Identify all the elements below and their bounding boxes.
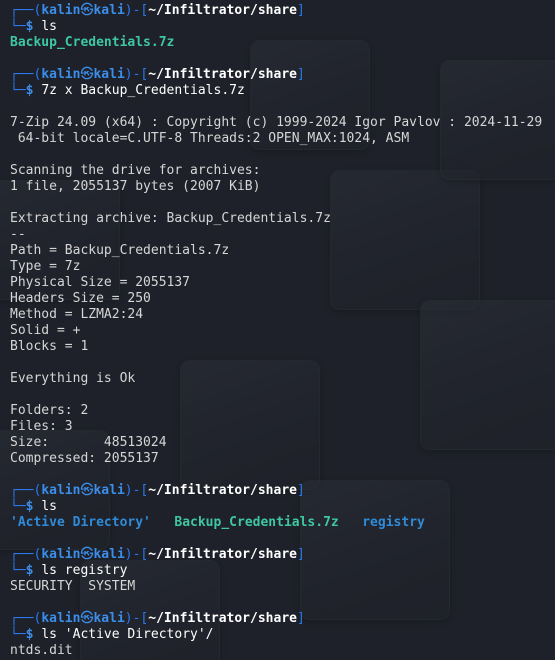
output-line: SECURITY SYSTEM [10,579,136,594]
prompt-user: kalin [41,483,81,498]
prompt-bracket-close: ] [296,67,305,82]
prompt-open: ┌──( [10,3,42,18]
prompt-header: ┌──(kalin㉿kali)-[~/Infiltrator/share] [10,611,555,627]
prompt-corner: └─ [10,19,26,34]
output-line: Physical Size = 2055137 [10,275,191,290]
prompt-user: kalin [41,611,81,626]
archive-file: Backup_Credentials.7z [10,35,175,50]
prompt-bracket-close: ] [296,483,305,498]
prompt-bracket-open: )-[ [124,67,149,82]
kali-at-icon: ㉿ [80,3,94,18]
output-line: Size: 48513024 [10,435,167,450]
kali-at-icon: ㉿ [80,483,94,498]
kali-at-icon: ㉿ [80,67,94,82]
directory-entry: registry [362,515,425,530]
prompt-user: kalin [41,67,81,82]
prompt-open: ┌──( [10,611,42,626]
prompt-host: kali [93,547,125,562]
output-line: 7-Zip 24.09 (x64) : Copyright (c) 1999-2… [10,115,543,130]
command-line: └─$ ls [10,499,555,515]
command-line: └─$ ls 'Active Directory'/ [10,627,555,643]
prompt-header: ┌──(kalin㉿kali)-[~/Infiltrator/share] [10,67,555,83]
prompt-corner: └─ [10,627,26,642]
command-text: ls 'Active Directory'/ [41,627,214,642]
output-line: Folders: 2 [10,403,89,418]
command-text: ls [41,19,57,34]
command-text: ls registry [41,563,128,578]
command-text: 7z x Backup_Credentials.7z [41,83,245,98]
prompt-bracket-close: ] [296,611,305,626]
prompt-corner: └─ [10,499,26,514]
output-line: Scanning the drive for archives: [10,163,261,178]
prompt-user: kalin [41,547,81,562]
prompt-host: kali [93,67,125,82]
prompt-host: kali [93,611,125,626]
prompt-path: ~/Infiltrator/share [148,483,297,498]
file-listing: Backup_Credentials.7z [10,35,555,51]
prompt-path: ~/Infiltrator/share [148,3,297,18]
prompt-open: ┌──( [10,483,42,498]
prompt-open: ┌──( [10,547,42,562]
output-line: Everything is Ok [10,371,136,386]
output-line: Compressed: 2055137 [10,451,159,466]
prompt-path: ~/Infiltrator/share [148,67,297,82]
output-line: 1 file, 2055137 bytes (2007 KiB) [10,179,261,194]
output-line: Solid = + [10,323,81,338]
output-line: Type = 7z [10,259,81,274]
prompt-corner: └─ [10,83,26,98]
prompt-header: ┌──(kalin㉿kali)-[~/Infiltrator/share] [10,3,555,19]
prompt-path: ~/Infiltrator/share [148,611,297,626]
command-line: └─$ 7z x Backup_Credentials.7z [10,83,555,99]
output-line: Headers Size = 250 [10,291,151,306]
output-line: ntds.dit [10,643,73,658]
output-line: 64-bit locale=C.UTF-8 Threads:2 OPEN_MAX… [10,131,410,146]
prompt-open: ┌──( [10,67,42,82]
output-line: Method = LZMA2:24 [10,307,144,322]
command-line: └─$ ls registry [10,563,555,579]
prompt-bracket-open: )-[ [124,611,149,626]
command-text: ls [41,499,57,514]
prompt-bracket-close: ] [296,547,305,562]
prompt-bracket-open: )-[ [124,547,149,562]
prompt-host: kali [93,3,125,18]
prompt-user: kalin [41,3,81,18]
prompt-bracket-open: )-[ [124,483,149,498]
command-line: └─$ ls [10,19,555,35]
directory-entry: 'Active Directory' [10,515,151,530]
prompt-header: ┌──(kalin㉿kali)-[~/Infiltrator/share] [10,547,555,563]
output-line: Extracting archive: Backup_Credentials.7… [10,211,331,226]
output-line: Blocks = 1 [10,339,89,354]
prompt-corner: └─ [10,563,26,578]
prompt-header: ┌──(kalin㉿kali)-[~/Infiltrator/share] [10,483,555,499]
archive-file: Backup_Credentials.7z [174,515,339,530]
prompt-path: ~/Infiltrator/share [148,547,297,562]
output-line: Path = Backup_Credentials.7z [10,243,230,258]
terminal-output[interactable]: ┌──(kalin㉿kali)-[~/Infiltrator/share] └─$… [10,3,555,659]
prompt-host: kali [93,483,125,498]
prompt-bracket-open: )-[ [124,3,149,18]
output-line: -- [10,227,26,242]
output-line: Files: 3 [10,419,73,434]
kali-at-icon: ㉿ [80,611,94,626]
kali-at-icon: ㉿ [80,547,94,562]
prompt-bracket-close: ] [296,3,305,18]
file-listing: 'Active Directory' Backup_Credentials.7z… [10,515,555,531]
